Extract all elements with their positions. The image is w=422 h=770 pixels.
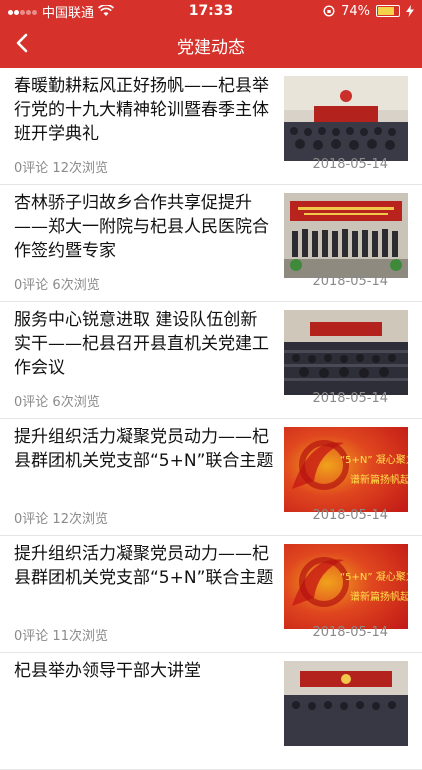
view-count: 11次浏览 xyxy=(52,629,108,644)
news-item[interactable]: 春暖勤耕耘风正好扬帆——杞县举行党的十九大精神轮训暨春季主体班开学典礼 0评论 … xyxy=(0,68,422,185)
page-title: 党建动态 xyxy=(177,37,245,58)
battery-icon xyxy=(376,5,400,17)
view-count: 12次浏览 xyxy=(52,161,108,176)
news-thumbnail xyxy=(284,76,408,161)
news-thumbnail: “5+N” 凝心聚力谱新篇扬帆起航 xyxy=(284,427,408,512)
view-count: 6次浏览 xyxy=(52,395,100,410)
comment-count: 0评论 xyxy=(14,395,49,410)
comment-count: 0评论 xyxy=(14,512,49,527)
banner-slogan-2: 谱新篇扬帆起航 xyxy=(350,590,408,603)
news-title: 提升组织活力凝聚党员动力——杞县群团机关党支部“5+N”联合主题 xyxy=(14,544,274,588)
comment-count: 0评论 xyxy=(14,278,49,293)
view-count: 12次浏览 xyxy=(52,512,108,527)
news-item[interactable]: 杏林骄子归故乡合作共享促提升——郑大一附院与杞县人民医院合作签约暨专家 0评论 … xyxy=(0,185,422,302)
news-thumbnail xyxy=(284,310,408,395)
news-list: 春暖勤耕耘风正好扬帆——杞县举行党的十九大精神轮训暨春季主体班开学典礼 0评论 … xyxy=(0,68,422,770)
news-item[interactable]: 杞县举办领导干部大讲堂 xyxy=(0,653,422,770)
publish-date: 2018-05-14 xyxy=(312,274,388,289)
publish-date: 2018-05-14 xyxy=(312,508,388,523)
publish-date: 2018-05-14 xyxy=(312,625,388,640)
comment-count: 0评论 xyxy=(14,629,49,644)
banner-slogan-1: “5+N” 凝心聚力 xyxy=(340,570,408,583)
nav-bar: 党建动态 xyxy=(0,22,422,68)
banner-slogan-2: 谱新篇扬帆起航 xyxy=(350,473,408,486)
top-bar: 中国联通 17:33 74% 党建动态 xyxy=(0,0,422,68)
publish-date: 2018-05-14 xyxy=(312,157,388,172)
news-title: 提升组织活力凝聚党员动力——杞县群团机关党支部“5+N”联合主题 xyxy=(14,427,274,471)
news-item[interactable]: 提升组织活力凝聚党员动力——杞县群团机关党支部“5+N”联合主题 “5+N” 凝… xyxy=(0,419,422,536)
news-thumbnail xyxy=(284,661,408,746)
status-time: 17:33 xyxy=(188,3,234,19)
news-title: 服务中心锐意进取 建设队伍创新实干——杞县召开县直机关党建工作会议 xyxy=(14,310,269,378)
news-item[interactable]: 提升组织活力凝聚党员动力——杞县群团机关党支部“5+N”联合主题 “5+N” 凝… xyxy=(0,536,422,653)
news-thumbnail: “5+N” 凝心聚力谱新篇扬帆起航 xyxy=(284,544,408,629)
view-count: 6次浏览 xyxy=(52,278,100,293)
news-title: 杏林骄子归故乡合作共享促提升——郑大一附院与杞县人民医院合作签约暨专家 xyxy=(14,193,269,261)
news-title: 杞县举办领导干部大讲堂 xyxy=(14,661,201,681)
status-bar: 中国联通 17:33 74% xyxy=(0,0,422,22)
banner-slogan-1: “5+N” 凝心聚力 xyxy=(340,453,408,466)
news-item[interactable]: 服务中心锐意进取 建设队伍创新实干——杞县召开县直机关党建工作会议 0评论 6次… xyxy=(0,302,422,419)
publish-date: 2018-05-14 xyxy=(312,391,388,406)
news-thumbnail xyxy=(284,193,408,278)
news-title: 春暖勤耕耘风正好扬帆——杞县举行党的十九大精神轮训暨春季主体班开学典礼 xyxy=(14,76,269,144)
back-arrow-icon[interactable] xyxy=(12,32,34,54)
comment-count: 0评论 xyxy=(14,161,49,176)
